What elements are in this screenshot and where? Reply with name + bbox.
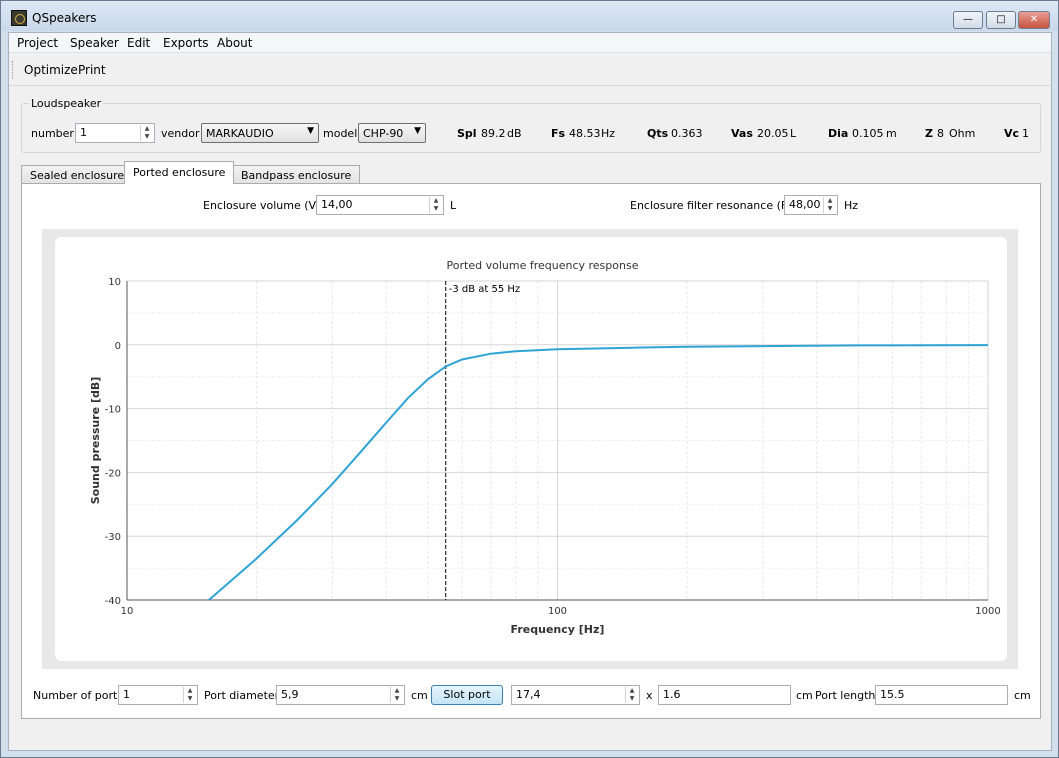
spin-arrows-icon[interactable]: ▲ ▼: [183, 687, 196, 703]
x-tick-label: 100: [548, 606, 567, 617]
menu-project[interactable]: Project: [17, 36, 58, 50]
ported-enclosure-panel: Enclosure volume (Vb) 14,00 ▲ ▼ L Enclosu…: [21, 183, 1041, 719]
spl-name: Spl: [457, 127, 477, 140]
tab-ported-enclosure[interactable]: Ported enclosure: [124, 161, 235, 184]
model-combo[interactable]: CHP-90 ▼: [358, 123, 426, 143]
print-button[interactable]: Print: [78, 63, 106, 77]
vendor-combo[interactable]: MARKAUDIO ▼: [201, 123, 319, 143]
model-value: CHP-90: [363, 127, 404, 140]
vb-spinbox[interactable]: 14,00 ▲ ▼: [316, 195, 444, 215]
menu-bar: Project Speaker Edit Exports About: [9, 33, 1051, 53]
port-length-field[interactable]: 15.5: [875, 685, 1008, 705]
y-tick-label: 10: [108, 277, 121, 288]
diameter-label: Port diameter: [204, 689, 280, 702]
slot-height-field[interactable]: 1.6: [658, 685, 791, 705]
y-tick-label: -20: [105, 468, 121, 479]
chart-frame: 10 100 1000 10 0 -10 -20 -30 -40 Ported volume fr…: [42, 229, 1018, 669]
length-unit: cm: [1014, 689, 1031, 702]
x-tick-label: 1000: [975, 606, 1000, 617]
slot-port-button[interactable]: Slot port: [431, 685, 503, 705]
menu-speaker[interactable]: Speaker: [70, 36, 119, 50]
loudspeaker-group-title: Loudspeaker: [29, 97, 104, 110]
dia-name: Dia: [828, 127, 849, 140]
x-axis-label: Frequency [Hz]: [511, 623, 605, 636]
app-window: QSpeakers — □ ✕ Project Speaker Edit Exp…: [0, 0, 1059, 758]
vas-name: Vas: [731, 127, 753, 140]
x-tick-label: 10: [121, 606, 134, 617]
main-client-area: Project Speaker Edit Exports About Optim…: [8, 32, 1052, 751]
spin-arrows-icon[interactable]: ▲ ▼: [140, 125, 153, 141]
z-unit: Ohm: [949, 127, 976, 140]
speaker-app-icon: [11, 10, 27, 26]
dia-unit: m: [886, 127, 897, 140]
frequency-response-chart: 10 100 1000100-10-20-30-40Ported volume fr…: [89, 259, 1001, 636]
fs-unit: Hz: [601, 127, 616, 140]
qts-value: 0.363: [671, 127, 703, 140]
length-label: Port length: [815, 689, 876, 702]
spin-arrows-icon[interactable]: ▲ ▼: [625, 687, 638, 703]
optimize-button[interactable]: Optimize: [24, 63, 78, 77]
y-axis-label: Sound pressure [dB]: [89, 377, 102, 505]
vendor-label: vendor: [161, 127, 200, 140]
vas-unit: L: [790, 127, 797, 140]
ports-spinbox[interactable]: 1 ▲ ▼: [118, 685, 198, 705]
spin-arrows-icon[interactable]: ▲ ▼: [429, 197, 442, 213]
y-tick-label: -10: [105, 405, 121, 416]
ports-label: Number of ports: [33, 689, 124, 702]
chart-card: 10 100 1000 10 0 -10 -20 -30 -40 Ported volume fr…: [55, 237, 1007, 661]
menu-edit[interactable]: Edit: [127, 36, 150, 50]
z-value: 8: [937, 127, 944, 140]
dia-value: 0.105: [852, 127, 884, 140]
fb-spinbox[interactable]: 48,00 ▲ ▼: [784, 195, 838, 215]
spin-arrows-icon[interactable]: ▲ ▼: [390, 687, 403, 703]
maximize-icon[interactable]: □: [986, 11, 1016, 29]
spl-unit: dB: [507, 127, 522, 140]
title-bar[interactable]: QSpeakers — □ ✕: [1, 1, 1058, 31]
menu-about[interactable]: About: [217, 36, 252, 50]
slot-width-spinbox[interactable]: 17,4 ▲ ▼: [511, 685, 640, 705]
vas-value: 20.05: [757, 127, 789, 140]
number-label: number: [31, 127, 74, 140]
toolbar: Optimize Print: [9, 54, 1051, 86]
annotation-label: -3 dB at 55 Hz: [449, 284, 520, 295]
vc-name: Vc: [1004, 127, 1020, 140]
model-label: model: [323, 127, 358, 140]
fs-value: 48.53: [569, 127, 601, 140]
spl-value: 89.2: [481, 127, 506, 140]
chevron-down-icon: ▼: [307, 126, 314, 136]
tab-sealed-enclosure[interactable]: Sealed enclosure: [21, 165, 134, 184]
vb-label: Enclosure volume (Vb): [203, 199, 328, 212]
qts-name: Qts: [647, 127, 669, 140]
fs-name: Fs: [551, 127, 566, 140]
vc-value: 1: [1022, 127, 1029, 140]
minimize-icon[interactable]: —: [953, 11, 983, 29]
number-value: 1: [80, 126, 87, 139]
vb-value: 14,00: [321, 198, 353, 211]
slot-width-value: 17,4: [516, 688, 541, 701]
toolbar-grip-icon[interactable]: [12, 61, 14, 79]
menu-exports[interactable]: Exports: [163, 36, 209, 50]
ports-value: 1: [123, 688, 130, 701]
fb-unit: Hz: [844, 199, 859, 212]
diameter-spinbox[interactable]: 5,9 ▲ ▼: [276, 685, 405, 705]
diameter-value: 5,9: [281, 688, 299, 701]
y-tick-label: -40: [105, 596, 121, 607]
y-tick-label: 0: [115, 341, 121, 352]
fb-label: Enclosure filter resonance (Fb): [630, 199, 799, 212]
window-title: QSpeakers: [32, 11, 97, 25]
diameter-unit: cm: [411, 689, 428, 702]
tab-bandpass-enclosure[interactable]: Bandpass enclosure: [232, 165, 361, 184]
fb-value: 48,00: [789, 198, 821, 211]
y-tick-label: -30: [105, 532, 121, 543]
number-spinbox[interactable]: 1 ▲ ▼: [75, 123, 155, 143]
chart-title: Ported volume frequency response: [447, 259, 639, 272]
close-icon[interactable]: ✕: [1018, 11, 1050, 29]
spin-arrows-icon[interactable]: ▲ ▼: [823, 197, 836, 213]
vendor-value: MARKAUDIO: [206, 127, 274, 140]
times-label: x: [646, 689, 653, 702]
chevron-down-icon: ▼: [414, 126, 421, 136]
z-name: Z: [925, 127, 933, 140]
vb-unit: L: [450, 199, 457, 212]
slot-unit: cm: [796, 689, 813, 702]
